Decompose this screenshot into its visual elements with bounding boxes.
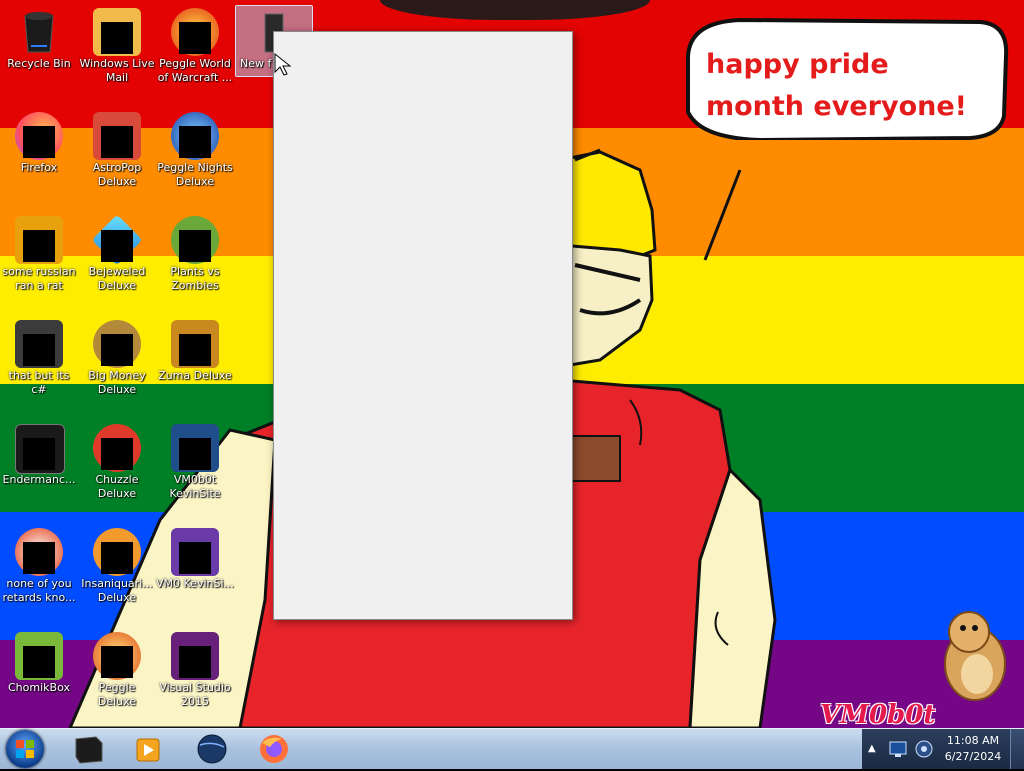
- desktop-icon-peggle-deluxe[interactable]: Peggle Deluxe: [78, 628, 156, 709]
- desktop-icon-that-but-csharp[interactable]: that but its c#: [0, 316, 78, 397]
- desktop-icon-chuzzle[interactable]: Chuzzle Deluxe: [78, 420, 156, 501]
- show-hidden-icons-icon[interactable]: ▲: [868, 743, 876, 754]
- desktop-icon-plants-vs-zombies[interactable]: Plants vs Zombies: [156, 212, 234, 293]
- start-button[interactable]: [6, 730, 44, 768]
- desktop-icon-astropop[interactable]: AstroPop Deluxe: [78, 108, 156, 189]
- desktop-icon-endermanch[interactable]: Endermanc...: [0, 420, 78, 487]
- speech-bubble-text: happy pride month everyone!: [706, 49, 967, 122]
- desktop-icon-visual-studio[interactable]: Visual Studio 2015: [156, 628, 234, 709]
- desktop-icon-bejeweled[interactable]: Bejeweled Deluxe: [78, 212, 156, 293]
- media-player-icon: [136, 738, 160, 762]
- desktop-icon-firefox[interactable]: Firefox: [0, 108, 78, 175]
- desktop-icon-vm0-kevinsite[interactable]: VM0 KevinSi...: [156, 524, 234, 591]
- plants-vs-zombies-icon: [171, 216, 219, 264]
- desktop-icon-zuma[interactable]: Zuma Deluxe: [156, 316, 234, 383]
- blank-window[interactable]: [273, 31, 573, 620]
- desktop-icon-big-money[interactable]: Big Money Deluxe: [78, 316, 156, 397]
- chuzzle-icon: [93, 424, 141, 472]
- desktop-icon-peggle-wow[interactable]: Peggle World of Warcraft ...: [156, 4, 234, 85]
- peggle-icon: [93, 632, 141, 680]
- firefox-icon: [260, 735, 288, 763]
- taskbar-item-firefox[interactable]: [248, 731, 300, 767]
- desktop-icon-windows-live-mail[interactable]: Windows Live Mail: [78, 4, 156, 85]
- taskbar: ▲ 11:08 AM 6/27/2024: [0, 728, 1024, 769]
- black-box-icon: [75, 736, 103, 764]
- volume-icon[interactable]: [914, 739, 936, 759]
- desktop: happy pride month everyone! VM0b0t Recyc…: [0, 0, 1024, 728]
- astropop-icon: [93, 112, 141, 160]
- shortcut-stack-icon: [15, 320, 63, 368]
- chomikbox-icon: [15, 632, 63, 680]
- clock-date: 6/27/2024: [944, 750, 1002, 763]
- visual-studio-icon: [171, 632, 219, 680]
- console-icon: [15, 424, 65, 474]
- taskbar-item-media-player[interactable]: [122, 731, 174, 767]
- mail-icon: [93, 8, 141, 56]
- windows-logo-icon: [16, 740, 34, 758]
- recycle-bin-icon: [15, 8, 63, 56]
- desktop-icon-russian-rat[interactable]: some russian ran a rat: [0, 212, 78, 293]
- desktop-icon-vm0b0t-kevinsite[interactable]: VM0b0t KevinSite: [156, 420, 234, 501]
- bejeweled-icon: [91, 214, 143, 266]
- desktop-icon-none-of-you[interactable]: none of you retards kno...: [0, 524, 78, 605]
- desktop-icon-recycle-bin[interactable]: Recycle Bin: [0, 4, 78, 71]
- network-icon[interactable]: [888, 739, 910, 759]
- website-icon: [171, 424, 219, 472]
- zuma-icon: [171, 320, 219, 368]
- document-icon: [171, 528, 219, 576]
- hamster-sticker: [944, 611, 1006, 701]
- fish-icon: [93, 528, 141, 576]
- clock-time: 11:08 AM: [946, 734, 1000, 747]
- show-desktop-button[interactable]: [1010, 729, 1024, 769]
- desktop-icon-insaniquarium[interactable]: Insaniquari... Deluxe: [78, 524, 156, 605]
- desktop-icon-chomikbox[interactable]: ChomikBox: [0, 628, 78, 695]
- peggle-wow-icon: [171, 8, 219, 56]
- peggle-nights-icon: [171, 112, 219, 160]
- firefox-icon: [15, 112, 63, 160]
- money-bag-icon: [93, 320, 141, 368]
- circle-app-icon: [15, 528, 63, 576]
- after-effects-icon: [15, 216, 63, 264]
- wallpaper-watermark: VM0b0t: [820, 700, 936, 728]
- taskbar-item-explorer[interactable]: [62, 731, 114, 767]
- globe-icon: [197, 734, 227, 764]
- taskbar-clock[interactable]: 11:08 AM 6/27/2024: [940, 733, 1006, 765]
- mouse-cursor-icon: [274, 52, 292, 76]
- taskbar-item-globe[interactable]: [186, 731, 238, 767]
- desktop-icon-peggle-nights[interactable]: Peggle Nights Deluxe: [156, 108, 234, 189]
